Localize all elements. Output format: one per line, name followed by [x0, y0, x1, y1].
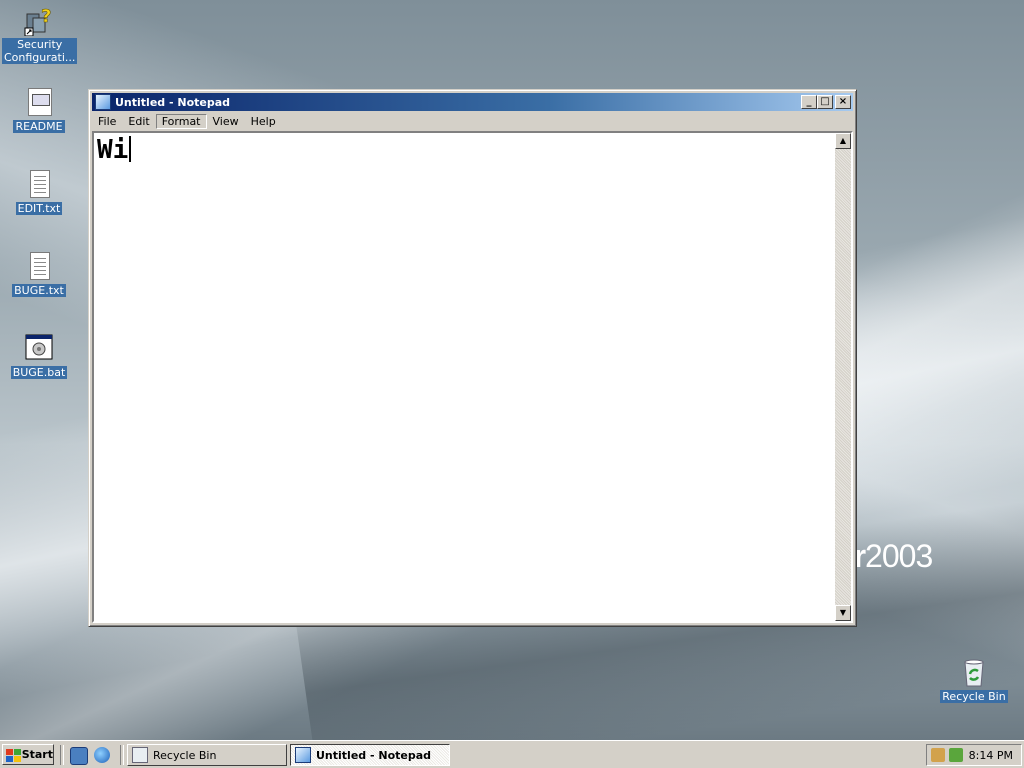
task-notepad[interactable]: Untitled - Notepad: [290, 744, 450, 766]
network-tray-icon[interactable]: [949, 748, 963, 762]
taskbar: Start Recycle Bin Untitled - Notepad 8:1…: [0, 740, 1024, 768]
menu-file[interactable]: File: [92, 114, 122, 129]
desktop-icon-label: Security Configurati...: [2, 38, 78, 64]
security-config-icon: ?: [23, 4, 55, 37]
notepad-icon[interactable]: [95, 94, 111, 110]
notepad-window[interactable]: Untitled - Notepad _ □ × File Edit Forma…: [88, 89, 857, 627]
task-label: Untitled - Notepad: [316, 748, 432, 762]
scroll-up-button[interactable]: ▲: [835, 133, 851, 149]
menu-help[interactable]: Help: [245, 114, 282, 129]
close-button[interactable]: ×: [835, 95, 851, 109]
batch-file-icon: [23, 332, 55, 364]
maximize-button[interactable]: □: [817, 95, 833, 109]
desktop-icon-security-configuration[interactable]: ? Security Configurati...: [2, 4, 78, 64]
desktop-icon-label: README: [13, 120, 65, 133]
menu-edit[interactable]: Edit: [122, 114, 155, 129]
readme-icon: [23, 86, 55, 118]
desktop-icon-recycle-bin[interactable]: Recycle Bin: [937, 656, 1011, 703]
taskbar-separator: [60, 745, 64, 765]
scroll-down-button[interactable]: ▼: [835, 605, 851, 621]
text-file-icon: [23, 250, 55, 282]
desktop-icon-buge-bat[interactable]: BUGE.bat: [2, 332, 76, 379]
system-tray: 8:14 PM: [926, 744, 1022, 766]
text-caret: [129, 136, 132, 162]
start-label: Start: [21, 748, 53, 761]
vertical-scrollbar[interactable]: ▲ ▼: [835, 133, 851, 621]
editor-content[interactable]: Wi: [97, 135, 132, 165]
title-bar[interactable]: Untitled - Notepad _ □ ×: [92, 93, 853, 111]
menu-view[interactable]: View: [207, 114, 245, 129]
task-label: Recycle Bin: [153, 748, 217, 762]
window-title: Untitled - Notepad: [115, 95, 231, 109]
internet-explorer-icon[interactable]: [94, 747, 110, 763]
recycle-bin-icon: [132, 747, 148, 763]
desktop-icon-label: EDIT.txt: [15, 202, 63, 215]
start-button[interactable]: Start: [2, 744, 54, 765]
minimize-button[interactable]: _: [801, 95, 817, 109]
desktop-icon-label: Recycle Bin: [940, 690, 1008, 703]
clock[interactable]: 8:14 PM: [969, 749, 1013, 762]
desktop-icon-buge-txt[interactable]: BUGE.txt: [2, 250, 76, 297]
recycle-bin-icon: [958, 656, 990, 688]
text-editor[interactable]: Wi ▲ ▼: [92, 131, 853, 623]
notepad-icon: [295, 747, 311, 763]
desktop-icon-label: BUGE.bat: [10, 366, 68, 379]
show-desktop-icon[interactable]: [70, 747, 88, 765]
desktop-icon-edit-txt[interactable]: EDIT.txt: [2, 168, 76, 215]
task-recycle-bin[interactable]: Recycle Bin: [127, 744, 287, 766]
desktop-icon-readme[interactable]: README: [2, 86, 76, 133]
security-tray-icon[interactable]: [931, 748, 945, 762]
svg-text:?: ?: [41, 6, 51, 27]
taskbar-separator: [120, 745, 124, 765]
desktop-icon-label: BUGE.txt: [12, 284, 66, 297]
menu-format[interactable]: Format: [155, 113, 207, 129]
text-file-icon: [23, 168, 55, 200]
menu-bar: File Edit Format View Help: [92, 112, 853, 130]
windows-logo-icon: [5, 748, 21, 762]
